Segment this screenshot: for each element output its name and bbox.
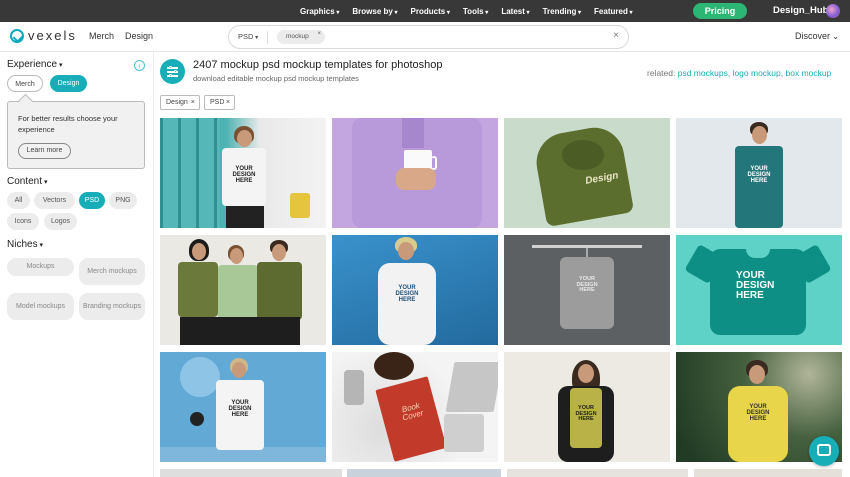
pricing-button[interactable]: Pricing (693, 3, 747, 19)
shirt-design-text: YOUR DESIGN HERE (747, 166, 771, 184)
niche-mockups[interactable]: Mockups (7, 258, 74, 276)
filter-settings-icon[interactable] (160, 59, 185, 84)
related-link-logo-mockup[interactable]: logo mockup (733, 68, 781, 78)
search-type-dropdown[interactable]: PSD (238, 32, 258, 41)
chat-icon (817, 444, 831, 456)
shirt-design-text: YOUR DESIGN HERE (736, 270, 775, 301)
experience-tooltip: For better results choose your experienc… (7, 101, 145, 169)
niche-branding-mockups[interactable]: Branding mockups (79, 293, 145, 320)
mockup-thumbnail[interactable]: YOUR DESIGN HERE (160, 118, 326, 228)
niches-title[interactable]: Niches (7, 239, 43, 250)
nav-latest[interactable]: Latest (501, 7, 529, 16)
page-title: 2407 mockup psd mockup templates for pho… (193, 59, 443, 71)
mockup-thumbnail[interactable]: YOUR DESIGN HERE (676, 235, 842, 345)
experience-title[interactable]: Experience (7, 59, 63, 70)
content-logos[interactable]: Logos (44, 213, 77, 230)
related-links: related: psd mockups, logo mockup, box m… (647, 68, 832, 78)
shirt-design-text: YOUR DESIGN HERE (575, 405, 597, 422)
chip-close-icon[interactable]: × (317, 27, 321, 41)
related-link-psd-mockups[interactable]: psd mockups (678, 68, 728, 78)
shirt-design-text: YOUR DESIGN HERE (576, 276, 598, 293)
mockup-thumbnail[interactable] (160, 469, 342, 477)
mockup-thumbnail[interactable]: YOUR DESIGN HERE (504, 352, 670, 462)
collapse-sidebar-icon[interactable]: ‹ (134, 60, 145, 71)
content-title[interactable]: Content (7, 176, 48, 187)
discover-menu[interactable]: Discover (795, 31, 839, 41)
nav-trending[interactable]: Trending (543, 7, 581, 16)
filter-sidebar: Experience ‹ Merch Design For better res… (0, 52, 154, 477)
niche-merch-mockups[interactable]: Merch mockups (79, 258, 145, 285)
search-term-chip[interactable]: mockup × (277, 30, 325, 44)
experience-design[interactable]: Design (50, 75, 87, 92)
content-all[interactable]: All (7, 192, 30, 209)
filter-label: Design (166, 99, 188, 106)
related-label: related: (647, 68, 676, 78)
search-term-label: mockup (286, 33, 309, 40)
niche-model-mockups[interactable]: Model mockups (7, 293, 74, 320)
nav-tools[interactable]: Tools (463, 7, 488, 16)
content-psd[interactable]: PSD (79, 192, 105, 209)
mockup-thumbnail[interactable] (347, 469, 501, 477)
avatar[interactable] (826, 4, 840, 18)
hoodie-design-text: YOUR DESIGN HERE (746, 404, 770, 422)
filter-label: PSD (210, 99, 225, 106)
sweatshirt-design-text: YOUR DESIGN HERE (395, 285, 419, 303)
content-vectors[interactable]: Vectors (34, 192, 75, 209)
top-nav-bar: Graphics Browse by Products Tools Latest… (0, 0, 850, 22)
nav-browse-by[interactable]: Browse by (352, 7, 397, 16)
logo[interactable]: vexels (10, 28, 77, 43)
mockup-thumbnail[interactable] (332, 118, 498, 228)
search-divider (267, 31, 268, 44)
nav-graphics[interactable]: Graphics (300, 7, 339, 16)
search-bar[interactable]: PSD mockup × × (228, 25, 629, 49)
nav-products[interactable]: Products (411, 7, 450, 16)
mockup-thumbnail[interactable]: Book Cover (332, 352, 498, 462)
active-filter-psd[interactable]: PSD × (204, 95, 235, 110)
top-nav-menu: Graphics Browse by Products Tools Latest… (300, 0, 633, 22)
mockup-thumbnail[interactable]: YOUR DESIGN HERE (332, 235, 498, 345)
page-subtitle: download editable mockup psd mockup temp… (193, 74, 359, 83)
header-link-merch[interactable]: Merch (89, 31, 114, 41)
experience-merch[interactable]: Merch (7, 75, 43, 92)
clear-search-icon[interactable]: × (613, 30, 619, 41)
active-filter-design[interactable]: Design × (160, 95, 200, 110)
mockup-thumbnail[interactable] (694, 469, 842, 477)
tooltip-text: For better results choose your experienc… (18, 114, 118, 134)
vexels-logo-icon (10, 28, 24, 43)
mockup-thumbnail[interactable]: Design (504, 118, 670, 228)
logo-text: vexels (28, 28, 77, 43)
header-link-design[interactable]: Design (125, 31, 153, 41)
mockup-thumbnail[interactable]: YOUR DESIGN HERE (504, 235, 670, 345)
remove-filter-icon[interactable]: × (226, 96, 230, 109)
chat-support-button[interactable] (809, 436, 839, 466)
mockup-thumbnail[interactable]: YOUR DESIGN HERE (676, 118, 842, 228)
main-header: vexels Merch Design PSD mockup × × Disco… (0, 22, 850, 52)
user-name[interactable]: Design_Hub (773, 0, 828, 22)
remove-filter-icon[interactable]: × (191, 96, 195, 109)
learn-more-button[interactable]: Learn more (18, 143, 71, 159)
nav-featured[interactable]: Featured (594, 7, 632, 16)
mockup-thumbnail[interactable]: YOUR DESIGN HERE (160, 352, 326, 462)
content-icons[interactable]: Icons (7, 213, 39, 230)
shirt-design-text: YOUR DESIGN HERE (232, 166, 256, 184)
mockup-thumbnail[interactable] (507, 469, 688, 477)
mockup-thumbnail[interactable] (160, 235, 326, 345)
content-png[interactable]: PNG (109, 192, 137, 209)
shirt-design-text: YOUR DESIGN HERE (228, 400, 252, 418)
related-link-box-mockup[interactable]: box mockup (786, 68, 832, 78)
